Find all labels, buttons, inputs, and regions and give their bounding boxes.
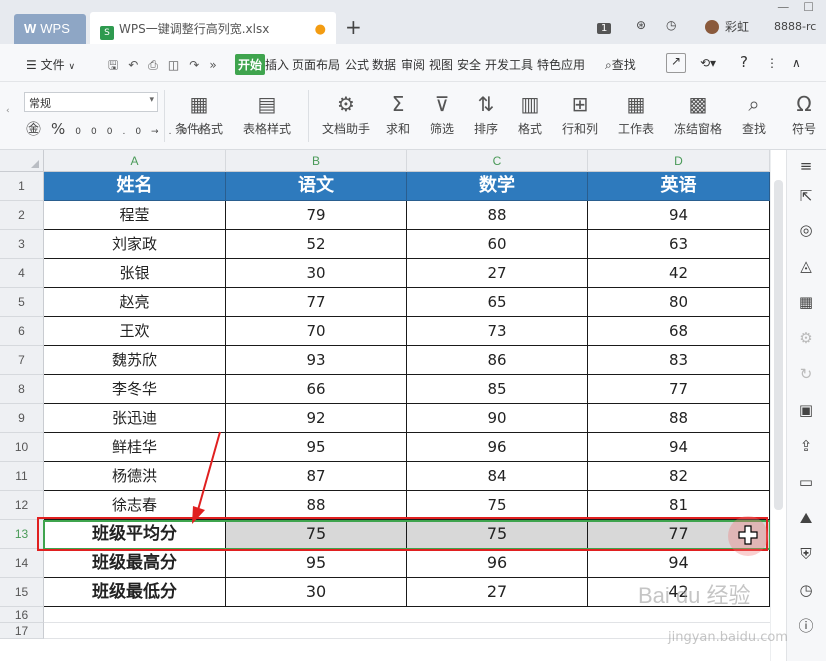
watermark-url: jingyan.baidu.com [668, 630, 788, 645]
annotation-arrow [197, 431, 221, 511]
arrow-head-icon [192, 506, 205, 524]
highlight-box [37, 517, 768, 551]
watermark-logo: Bai du 经验 [638, 583, 751, 608]
annotation-overlay [37, 431, 768, 556]
